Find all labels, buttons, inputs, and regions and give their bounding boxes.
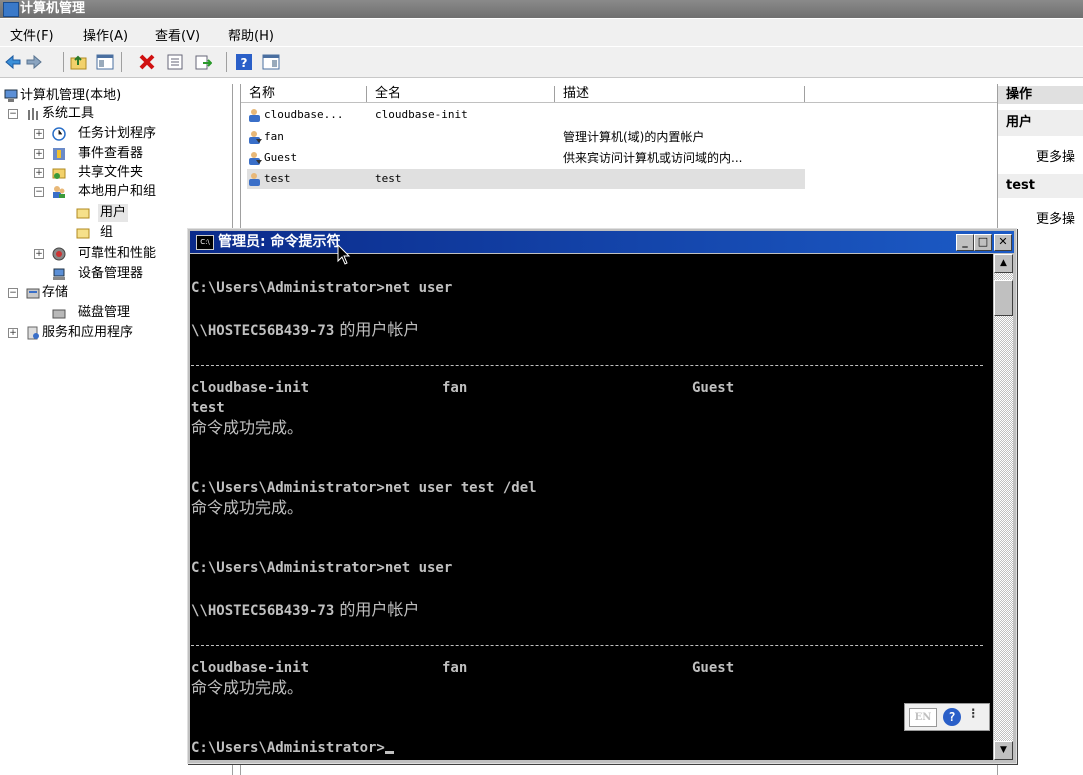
computer-management-icon xyxy=(3,2,19,17)
properties-icon[interactable] xyxy=(166,53,184,71)
delete-icon[interactable] xyxy=(138,53,156,71)
scrollbar-thumb[interactable] xyxy=(994,280,1013,316)
list-item-selected[interactable]: test test xyxy=(247,169,805,189)
console-line: cloudbase-init xyxy=(191,380,310,396)
menu-file[interactable]: 文件(F) xyxy=(10,25,54,44)
list-item[interactable]: cloudbase... cloudbase-init xyxy=(247,105,805,125)
clock-icon xyxy=(52,127,66,141)
maximize-button[interactable]: □ xyxy=(974,234,992,251)
folder-icon xyxy=(76,228,90,239)
text-cursor xyxy=(384,751,394,754)
show-hide-tree-icon[interactable] xyxy=(96,53,114,71)
expand-icon[interactable]: + xyxy=(34,149,44,159)
more-actions-link[interactable]: 更多操 xyxy=(1036,146,1075,165)
toolbar: ? xyxy=(0,47,1083,78)
expand-icon[interactable]: + xyxy=(8,328,18,338)
console-line: C:\Users\Administrator>net user test /de… xyxy=(191,480,537,496)
scroll-down-icon[interactable]: ▼ xyxy=(994,741,1013,760)
menu-help[interactable]: 帮助(H) xyxy=(228,25,274,44)
window-title: 计算机管理 xyxy=(20,1,86,16)
console-output[interactable]: C:\Users\Administrator>net user \\HOSTEC… xyxy=(190,254,993,760)
console-line: Guest xyxy=(692,660,735,676)
ime-toolbar[interactable]: EN ? ⁝ xyxy=(904,703,990,731)
list-item[interactable]: Guest 供来宾访问计算机或访问域的内... xyxy=(247,148,805,168)
collapse-icon[interactable]: − xyxy=(8,288,18,298)
console-line: cloudbase-init xyxy=(191,660,310,676)
actions-section-test[interactable]: test xyxy=(998,174,1083,198)
collapse-icon[interactable]: − xyxy=(8,109,18,119)
services-icon xyxy=(27,326,39,340)
expand-icon[interactable]: + xyxy=(34,129,44,139)
console-line: fan xyxy=(442,380,468,396)
export-list-icon[interactable] xyxy=(194,53,212,71)
console-prompt: C:\Users\Administrator> xyxy=(191,738,394,758)
expand-icon[interactable]: + xyxy=(34,168,44,178)
menu-bar: 文件(F) 操作(A) 查看(V) 帮助(H) xyxy=(0,19,1083,46)
ime-options-icon[interactable]: ⁝ xyxy=(971,706,975,722)
forward-arrow-icon[interactable] xyxy=(25,53,43,71)
performance-icon xyxy=(52,247,66,261)
user-icon xyxy=(249,173,260,186)
ime-help-icon[interactable]: ? xyxy=(943,708,961,726)
console-line: 命令成功完成。 xyxy=(191,678,304,697)
minimize-button[interactable]: _ xyxy=(956,234,974,251)
console-line: Guest xyxy=(692,380,735,396)
actions-header: 操作 xyxy=(998,86,1083,104)
folder-icon xyxy=(76,208,90,219)
console-line: C:\Users\Administrator>net user xyxy=(191,560,453,576)
console-line: \\HOSTEC56B439-73 的用户帐户 xyxy=(191,600,420,619)
shared-folder-icon xyxy=(52,168,66,179)
column-header-name[interactable]: 名称 xyxy=(241,86,367,102)
menu-action[interactable]: 操作(A) xyxy=(83,25,128,44)
expand-icon[interactable]: + xyxy=(34,249,44,259)
cmd-titlebar[interactable]: C:\ 管理员: 命令提示符 _ □ ✕ xyxy=(190,231,1014,253)
console-line: fan xyxy=(442,660,468,676)
menu-view[interactable]: 查看(V) xyxy=(155,25,200,44)
event-viewer-icon xyxy=(53,148,65,160)
console-line: 命令成功完成。 xyxy=(191,418,304,437)
cmd-title: 管理员: 命令提示符 xyxy=(218,234,341,250)
svg-text:?: ? xyxy=(241,56,248,70)
show-hide-action-pane-icon[interactable] xyxy=(262,53,280,71)
console-line: \\HOSTEC56B439-73 的用户帐户 xyxy=(191,320,420,339)
column-header-description[interactable]: 描述 xyxy=(555,86,805,102)
console-line: 命令成功完成。 xyxy=(191,498,304,517)
console-line: C:\Users\Administrator>net user xyxy=(191,280,453,296)
scroll-up-icon[interactable]: ▲ xyxy=(994,254,1013,273)
close-button[interactable]: ✕ xyxy=(994,234,1012,251)
device-manager-icon xyxy=(53,268,65,280)
user-icon xyxy=(249,109,260,122)
vertical-scrollbar[interactable]: ▲ ▼ xyxy=(994,254,1013,760)
list-item[interactable]: fan 管理计算机(域)的内置帐户 xyxy=(247,127,805,147)
ime-language-button[interactable]: EN xyxy=(909,708,937,727)
computer-management-icon xyxy=(4,89,18,102)
storage-icon xyxy=(26,288,40,299)
mouse-pointer-icon xyxy=(337,244,351,265)
main-window-titlebar[interactable]: 计算机管理 xyxy=(0,0,1083,18)
user-disabled-icon xyxy=(249,152,262,165)
collapse-icon[interactable]: − xyxy=(34,187,44,197)
user-icon xyxy=(249,131,262,144)
tools-icon xyxy=(28,108,38,120)
up-folder-icon[interactable] xyxy=(70,53,88,71)
back-arrow-icon[interactable] xyxy=(4,53,22,71)
users-group-icon xyxy=(53,186,65,198)
help-icon[interactable]: ? xyxy=(235,53,253,71)
more-actions-link[interactable]: 更多操 xyxy=(1036,208,1075,227)
column-header-fullname[interactable]: 全名 xyxy=(367,86,555,102)
command-prompt-window[interactable]: C:\ 管理员: 命令提示符 _ □ ✕ C:\Users\Administra… xyxy=(187,228,1017,764)
disk-icon xyxy=(52,309,66,319)
actions-section-users[interactable]: 用户 xyxy=(998,110,1083,136)
console-line: test xyxy=(191,400,225,416)
cmd-icon: C:\ xyxy=(196,235,214,250)
